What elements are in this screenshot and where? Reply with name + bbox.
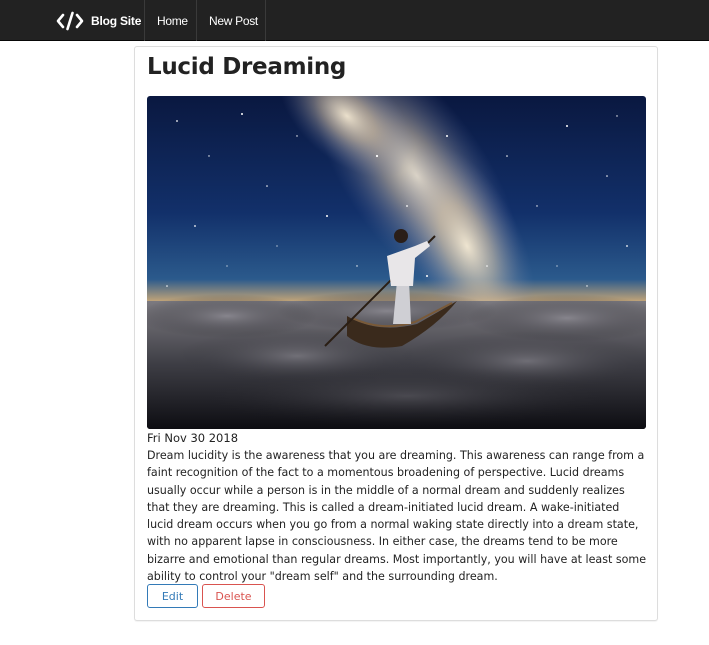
boat-clouds-image-icon xyxy=(147,96,646,429)
delete-button[interactable]: Delete xyxy=(202,584,265,608)
post-date: Fri Nov 30 2018 xyxy=(147,431,239,445)
post-card: Lucid Dreaming Fri Nov 30 2018 Dream luc… xyxy=(134,46,658,621)
post-title: Lucid Dreaming xyxy=(147,54,347,80)
edit-button[interactable]: Edit xyxy=(147,584,198,608)
brand-link[interactable]: Blog Site xyxy=(55,0,141,41)
nav-divider xyxy=(265,0,266,41)
post-image xyxy=(147,96,646,429)
post-body: Dream lucidity is the awareness that you… xyxy=(147,449,647,584)
nav-divider xyxy=(144,0,145,41)
nav-new-post-link[interactable]: New Post xyxy=(209,0,258,41)
nav-home-link[interactable]: Home xyxy=(157,0,188,41)
navbar: Blog Site Home New Post xyxy=(0,0,709,41)
nav-divider xyxy=(196,0,197,41)
code-icon xyxy=(56,11,84,30)
brand-label: Blog Site xyxy=(91,13,142,28)
